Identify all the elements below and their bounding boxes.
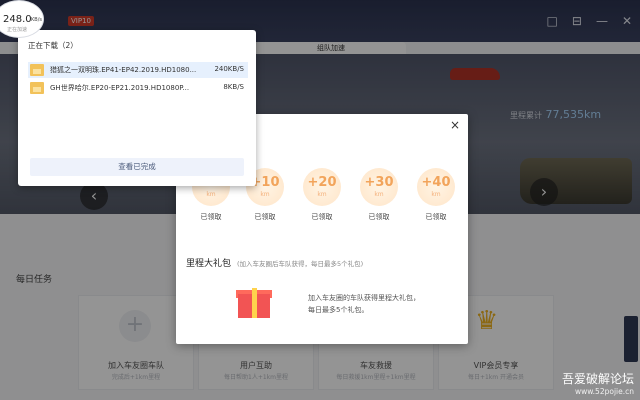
reward-state: 已领取 [311,213,333,221]
reward-coin: +30 km [360,168,398,206]
watermark-url: www.52pojie.cn [574,387,634,396]
reward-coin: +20 km [303,168,341,206]
reward-item[interactable]: +40 km 已领取 [417,168,455,222]
reward-item[interactable]: +20 km 已领取 [303,168,341,222]
download-speed: 240KB/S [214,65,244,73]
milestone-section-title: 里程大礼包 (加入车友圈后车队获得，每日最多5个礼包) [186,256,363,269]
reward-state: 已领取 [368,213,390,221]
reward-unit: km [431,191,441,198]
download-item[interactable]: GH世界哈尔.EP20-EP21.2019.HD1080P... 8KB/S [28,80,248,96]
gift-text-line: 每日最多5个礼包。 [308,306,369,314]
folder-icon [30,64,44,76]
download-name: GH世界哈尔.EP20-EP21.2019.HD1080P... [50,84,190,92]
gift-text-line: 加入车友圈的车队获得里程大礼包， [308,294,420,302]
download-item[interactable]: 猎狐之一双明珠.EP41-EP42.2019.HD1080... 240KB/S [28,62,248,78]
reward-coin: +40 km [417,168,455,206]
gift-description: 加入车友圈的车队获得里程大礼包， 每日最多5个礼包。 [308,292,420,316]
reward-item[interactable]: +30 km 已领取 [360,168,398,222]
speed-value: 248.0 [3,14,32,25]
view-completed-button[interactable]: 查看已完成 [30,158,244,176]
close-icon[interactable]: × [450,118,460,132]
watermark-title: 吾爱破解论坛 [561,372,634,386]
speed-unit: KB/s [31,17,42,23]
folder-icon [30,82,44,94]
reward-unit: km [374,191,384,198]
reward-state: 已领取 [200,213,222,221]
reward-amount: +20 [307,175,337,190]
reward-state: 已领取 [254,213,276,221]
reward-unit: km [206,191,216,198]
watermark: 吾爱破解论坛 www.52pojie.cn [562,370,634,396]
gift-box-icon [236,284,272,320]
milestone-hint: (加入车友圈后车队获得，每日最多5个礼包) [237,260,364,268]
download-name: 猎狐之一双明珠.EP41-EP42.2019.HD1080... [50,66,197,74]
reward-amount: +40 [421,175,451,190]
reward-unit: km [317,191,327,198]
download-speed: 8KB/S [223,83,244,91]
reward-unit: km [260,191,270,198]
milestone-title: 里程大礼包 [186,259,232,269]
speed-subtitle: 正在加速 [7,27,28,33]
reward-state: 已领取 [425,213,447,221]
download-header: 正在下载（2） [28,41,78,50]
download-popup: 正在下载（2） 猎狐之一双明珠.EP41-EP42.2019.HD1080...… [18,30,256,186]
reward-amount: +30 [364,175,394,190]
